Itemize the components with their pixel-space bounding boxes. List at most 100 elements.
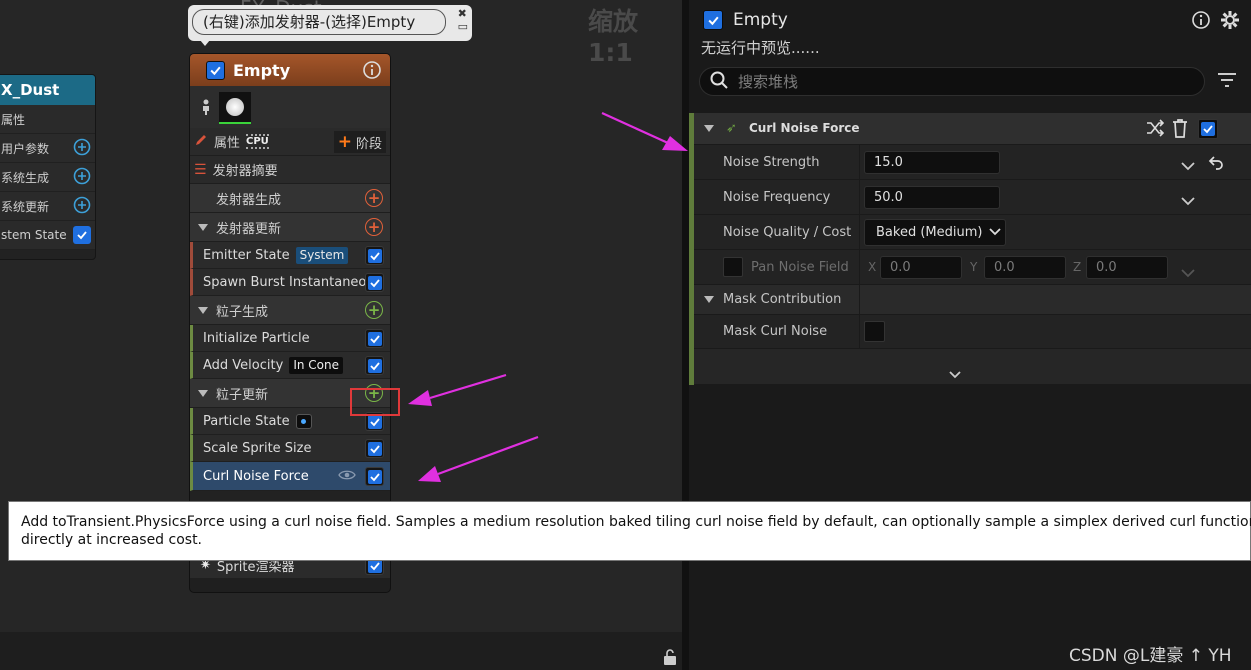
person-icon[interactable] [200,98,212,120]
module-enable-checkbox[interactable] [1198,119,1218,139]
chevron-down-icon[interactable] [1181,191,1195,210]
emitter-thumbnail-row [190,86,390,128]
section-label: Mask Contribution [723,292,842,307]
param-mask-curl-noise[interactable]: Mask Curl Noise [694,315,1251,349]
section-emitter-spawn[interactable]: 发射器生成 + [190,184,390,213]
mode-badge: In Cone [289,356,343,374]
collapse-arrow-icon[interactable] [704,125,714,132]
add-module-icon[interactable]: + [365,189,383,207]
param-label: Pan Noise Field [751,260,849,275]
system-row-spawn[interactable]: 系统生成 [0,163,95,192]
emitter-thumbnail[interactable] [219,92,251,124]
pan-z-field[interactable]: 0.0 [1086,256,1168,279]
eye-icon[interactable] [338,469,356,485]
collapse-arrow-icon[interactable] [198,306,208,314]
noise-frequency-field[interactable]: 50.0 [864,186,1000,209]
module-enable-checkbox[interactable] [365,356,384,375]
node-graph[interactable]: FX_Dust 缩放1:1 X_Dust 属性 用户参数 系统生成 系统更新 s… [0,0,682,670]
system-row-update[interactable]: 系统更新 [0,192,95,221]
module-enable-checkbox[interactable] [365,329,384,348]
list-icon: ☰ [194,161,207,178]
emitter-summary-row[interactable]: ☰ 发射器摘要 [190,156,390,184]
preview-status: 无运行中预览...... [701,39,820,57]
chevron-down-icon[interactable] [1181,156,1195,175]
add-circle-icon[interactable] [73,167,91,188]
collapse-arrow-icon[interactable] [198,223,208,231]
collapse-arrow-icon[interactable] [198,389,208,397]
trash-icon[interactable] [1172,118,1188,142]
module-enable-checkbox[interactable] [365,467,384,486]
tooltip-line-1: Add toTransient.PhysicsForce using a cur… [21,514,1251,530]
chevron-down-icon[interactable] [949,364,961,383]
system-row-properties[interactable]: 属性 [0,105,95,134]
add-stage-button[interactable]: + 阶段 [333,131,386,153]
add-module-icon[interactable]: + [365,218,383,236]
module-spawn-burst[interactable]: Spawn Burst Instantaneous [190,269,390,296]
pan-y-field[interactable]: 0.0 [984,256,1066,279]
filter-icon[interactable] [1217,72,1237,92]
param-label: Noise Quality / Cost [723,225,852,240]
noise-strength-field[interactable]: 15.0 [864,151,1000,174]
expand-advanced-row[interactable] [694,349,1251,385]
section-mask-contribution[interactable]: Mask Contribution [694,285,1251,315]
mask-curl-checkbox[interactable] [864,321,885,342]
shuffle-icon[interactable] [1146,119,1165,141]
details-panel: Empty 无运行中预览...... 搜索堆栈 ➶ Curl Noise For… [689,0,1251,670]
module-initialize-particle[interactable]: Initialize Particle [190,325,390,352]
system-row-user-params[interactable]: 用户参数 [0,134,95,163]
emitter-properties-row[interactable]: 属性 CPU + 阶段 [190,128,390,156]
param-noise-strength[interactable]: Noise Strength 15.0 [694,145,1251,180]
module-enable-checkbox[interactable] [365,439,384,458]
param-label: Noise Frequency [723,190,831,205]
add-module-icon[interactable]: + [365,301,383,319]
dot-icon [295,413,312,429]
module-icon: ➶ [726,121,737,136]
pan-noise-checkbox[interactable] [723,257,743,277]
section-particle-spawn[interactable]: 粒子生成 + [190,296,390,325]
emitter-header[interactable]: Empty [190,54,390,86]
param-noise-frequency[interactable]: Noise Frequency 50.0 [694,180,1251,215]
add-circle-icon[interactable] [73,138,91,159]
section-emitter-update[interactable]: 发射器更新 + [190,213,390,242]
module-scale-sprite-size[interactable]: Scale Sprite Size [190,435,390,462]
emitter-enable-checkbox[interactable] [206,60,225,80]
gear-icon[interactable] [1219,9,1241,35]
module-curl-noise-force[interactable]: Curl Noise Force [190,462,390,491]
module-enable-checkbox[interactable] [365,273,384,292]
module-emitter-state[interactable]: Emitter State System [190,242,390,269]
comment-bubble[interactable]: (右键)添加发射器-(选择)Empty ✖ ▭ [188,5,472,46]
search-input[interactable]: 搜索堆栈 [699,67,1205,96]
module-enable-checkbox[interactable] [365,246,384,265]
param-pan-noise-field[interactable]: Pan Noise Field X 0.0 Y 0.0 Z 0.0 [694,250,1251,285]
pin-icon[interactable]: ✖ ▭ [458,7,468,33]
chevron-down-icon [989,225,1002,240]
graph-bottom-bar [0,632,682,670]
scope-badge: System [295,246,349,264]
enable-checkbox[interactable] [73,226,91,244]
system-row-state[interactable]: stem State [0,221,95,250]
reset-icon[interactable] [1208,154,1224,174]
annotation-red-box [350,388,400,416]
search-placeholder: 搜索堆栈 [738,73,799,91]
system-node[interactable]: X_Dust 属性 用户参数 系统生成 系统更新 stem State [0,74,96,260]
info-icon[interactable] [1191,10,1211,34]
collapse-arrow-icon[interactable] [704,296,714,303]
add-circle-icon[interactable] [73,196,91,217]
module-add-velocity[interactable]: Add Velocity In Cone [190,352,390,379]
axis-x-label: X [868,260,877,274]
system-node-title: X_Dust [0,75,95,105]
lock-icon[interactable] [663,648,677,666]
cpu-icon: CPU [246,134,269,149]
param-noise-quality[interactable]: Noise Quality / Cost Baked (Medium) [694,215,1251,250]
panel-splitter[interactable] [682,0,689,670]
details-title: Empty [733,10,788,30]
emitter-enable-checkbox[interactable] [703,10,723,30]
module-header[interactable]: ➶ Curl Noise Force [694,113,1251,145]
chevron-down-icon[interactable] [1181,263,1195,282]
noise-quality-dropdown[interactable]: Baked (Medium) [864,219,1006,246]
param-label: Noise Strength [723,155,820,170]
info-icon[interactable] [362,60,382,84]
tooltip-line-2: directly at increased cost. [21,532,203,548]
details-header: Empty [703,8,788,32]
pan-x-field[interactable]: 0.0 [880,256,962,279]
